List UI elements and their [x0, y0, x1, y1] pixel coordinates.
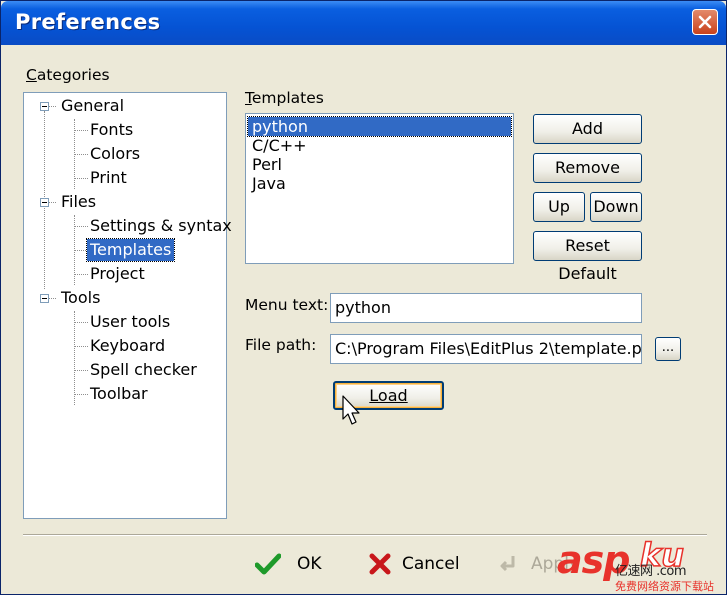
tree-connector	[74, 394, 88, 395]
categories-label-mnemonic: C	[26, 66, 37, 84]
add-button-label: Add	[572, 119, 603, 138]
cancel-button[interactable]: Cancel	[369, 549, 469, 579]
window-title: Preferences	[15, 10, 161, 34]
categories-label-rest: ategories	[36, 66, 110, 84]
down-button[interactable]: Down	[590, 192, 642, 222]
load-button-label: Load	[369, 386, 408, 405]
file-path-input[interactable]: C:\Program Files\EditPlus 2\template.py	[330, 334, 642, 364]
tree-item-user-tools[interactable]: User tools	[87, 311, 173, 333]
tree-connector	[74, 346, 88, 347]
up-button-label: Up	[548, 197, 570, 216]
tree-item-print[interactable]: Print	[87, 167, 130, 189]
preferences-dialog: Preferences Categories General Fonts Col…	[0, 0, 727, 595]
templates-list[interactable]: python C/C++ Perl Java	[245, 113, 514, 264]
categories-label: Categories	[26, 66, 110, 84]
ok-button-label: OK	[297, 554, 322, 574]
tree-item-toolbar[interactable]: Toolbar	[87, 383, 151, 405]
tree-item-colors[interactable]: Colors	[87, 143, 143, 165]
mouse-cursor-icon	[342, 395, 360, 425]
tree-item-tools[interactable]: Tools	[58, 287, 103, 309]
file-path-label: File path:	[245, 336, 317, 354]
close-icon	[698, 15, 712, 29]
menu-text-label: Menu text:	[245, 296, 329, 314]
tree-item-settings-syntax[interactable]: Settings & syntax	[87, 215, 235, 237]
templates-label: Templates	[245, 89, 324, 107]
cancel-button-label: Cancel	[402, 554, 460, 574]
up-button[interactable]: Up	[533, 192, 585, 222]
templates-label-rest: emplates	[251, 89, 324, 107]
footer-separator	[23, 534, 707, 536]
menu-text-input[interactable]: python	[330, 293, 642, 323]
tree-connector	[74, 274, 88, 275]
aspku-watermark: asp ku 亿速网 .com 免费网络资源下载站	[555, 535, 725, 594]
tree-connector	[74, 370, 88, 371]
ok-button[interactable]: OK	[255, 549, 335, 579]
browse-button-label: ...	[661, 340, 675, 355]
list-item-perl[interactable]: Perl	[248, 155, 282, 174]
tree-connector	[74, 250, 88, 251]
tree-item-fonts[interactable]: Fonts	[87, 119, 136, 141]
watermark-tagline: 免费网络资源下载站	[615, 580, 714, 593]
list-item-c-cpp[interactable]: C/C++	[248, 136, 307, 155]
templates-label-mnemonic: T	[245, 89, 252, 107]
down-button-label: Down	[593, 197, 639, 216]
list-item-java[interactable]: Java	[248, 174, 286, 193]
reset-default-button-label: Reset Default	[558, 236, 617, 283]
checkmark-icon	[255, 553, 281, 575]
reset-default-button[interactable]: Reset Default	[533, 231, 642, 283]
remove-button-label: Remove	[555, 158, 620, 177]
add-button[interactable]: Add	[533, 114, 642, 144]
collapse-files-icon[interactable]	[40, 198, 49, 207]
categories-tree[interactable]: General Fonts Colors Print Files Setting…	[23, 92, 232, 519]
tree-item-keyboard[interactable]: Keyboard	[87, 335, 168, 357]
remove-button[interactable]: Remove	[533, 153, 642, 183]
title-bar[interactable]: Preferences	[1, 1, 726, 45]
tree-connector	[74, 226, 88, 227]
list-item-python[interactable]: python	[247, 116, 512, 137]
tree-item-general[interactable]: General	[58, 95, 127, 117]
tree-connector	[74, 154, 88, 155]
cancel-x-icon	[369, 553, 391, 575]
watermark-small-text: 亿速网 .com	[615, 564, 687, 579]
tree-item-project[interactable]: Project	[87, 263, 148, 285]
browse-button[interactable]: ...	[655, 337, 681, 361]
tree-connector	[74, 178, 88, 179]
tree-item-files[interactable]: Files	[58, 191, 99, 213]
tree-branch-tools	[74, 311, 75, 405]
tree-item-templates[interactable]: Templates	[85, 238, 176, 262]
tree-connector	[74, 322, 88, 323]
apply-arrow-icon	[500, 556, 515, 572]
tree-item-spell-checker[interactable]: Spell checker	[87, 359, 200, 381]
collapse-tools-icon[interactable]	[40, 294, 49, 303]
close-button[interactable]	[692, 9, 718, 35]
tree-connector	[74, 130, 88, 131]
collapse-general-icon[interactable]	[40, 102, 49, 111]
